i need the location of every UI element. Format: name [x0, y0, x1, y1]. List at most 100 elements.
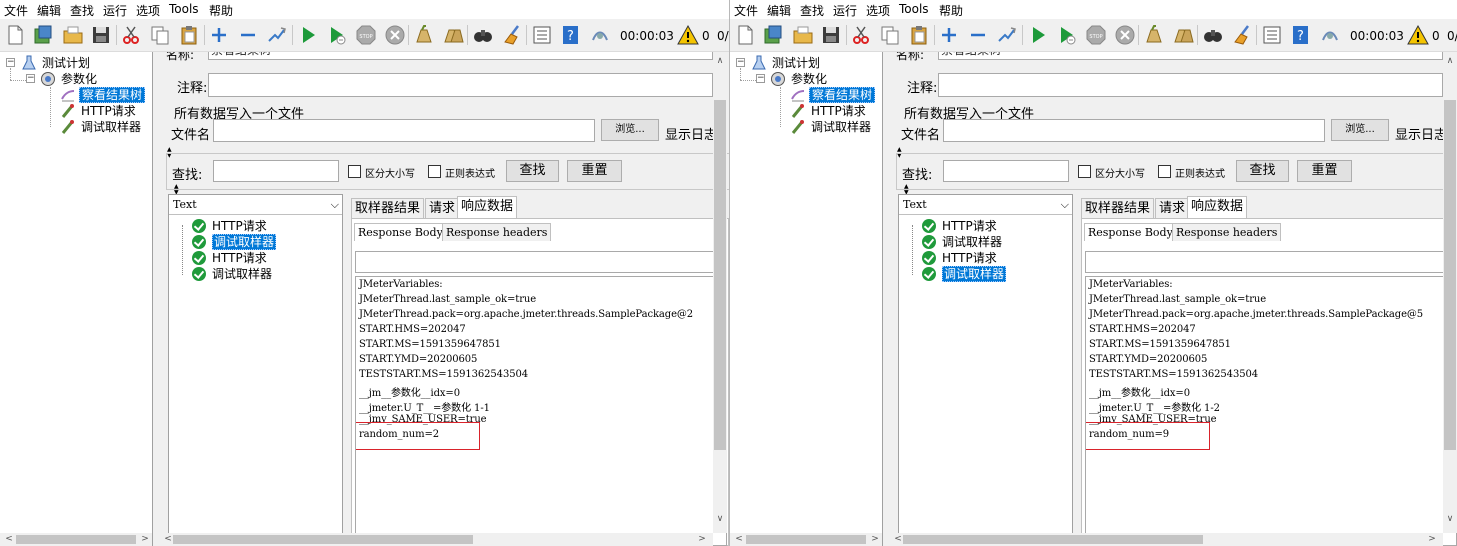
response-body-text[interactable]: JMeterVariables: JMeterThread.last_sampl… — [1085, 276, 1457, 546]
tab-request[interactable]: 请求 — [1155, 198, 1190, 218]
tree-node-debug-sampler[interactable]: 调试取样器 — [790, 119, 873, 135]
search-icon[interactable] — [1202, 24, 1224, 46]
tree-node-view-results[interactable]: 察看结果树 — [790, 87, 876, 103]
templates-icon[interactable] — [32, 24, 54, 46]
search-input[interactable] — [213, 160, 339, 182]
cut-icon[interactable] — [850, 24, 872, 46]
start-icon[interactable] — [297, 24, 319, 46]
reset-search-icon[interactable] — [1231, 24, 1253, 46]
start-no-pauses-icon[interactable] — [1056, 24, 1078, 46]
tab-request[interactable]: 请求 — [425, 198, 460, 218]
remote-icon[interactable] — [1319, 24, 1341, 46]
clear-icon[interactable] — [1143, 24, 1165, 46]
expand-all-icon[interactable] — [938, 24, 960, 46]
clear-all-icon[interactable] — [1172, 24, 1194, 46]
search-icon[interactable] — [472, 24, 494, 46]
paste-icon[interactable] — [178, 24, 200, 46]
collapse-toggle[interactable]: − — [26, 74, 35, 83]
new-icon[interactable] — [734, 24, 756, 46]
tree-node-test-plan[interactable]: 测试计划 — [21, 55, 92, 71]
collapse-all-icon[interactable] — [967, 24, 989, 46]
menu-run[interactable]: 运行 — [833, 2, 857, 19]
warning-icon[interactable] — [677, 24, 699, 46]
tree-node-thread-group[interactable]: 参数化 — [770, 71, 829, 87]
tree-node-debug-sampler[interactable]: 调试取样器 — [60, 119, 143, 135]
result-item[interactable]: 调试取样器 — [192, 234, 277, 250]
result-item[interactable]: 调试取样器 — [192, 266, 272, 282]
tab-response-headers[interactable]: Response headers — [442, 223, 552, 241]
result-item[interactable]: HTTP请求 — [922, 250, 997, 266]
clear-all-icon[interactable] — [442, 24, 464, 46]
tree-node-thread-group[interactable]: 参数化 — [40, 71, 99, 87]
comment-field[interactable] — [938, 73, 1443, 97]
function-helper-icon[interactable] — [531, 24, 553, 46]
help-icon[interactable]: ? — [1290, 24, 1312, 46]
case-sensitive-checkbox[interactable] — [1078, 165, 1091, 178]
menu-options[interactable]: 选项 — [136, 2, 160, 19]
find-button[interactable]: 查找 — [506, 160, 559, 182]
filename-field[interactable] — [943, 119, 1325, 142]
main-vertical-scrollbar[interactable]: ∧ ∨ — [713, 52, 727, 533]
save-icon[interactable] — [90, 24, 112, 46]
paste-icon[interactable] — [908, 24, 930, 46]
response-search-input[interactable] — [1085, 251, 1457, 273]
tree-node-http-request[interactable]: HTTP请求 — [60, 103, 138, 119]
browse-button[interactable]: 浏览... — [601, 119, 659, 141]
tab-response-data[interactable]: 响应数据 — [457, 196, 518, 218]
regex-checkbox[interactable] — [1158, 165, 1171, 178]
reset-search-icon[interactable] — [501, 24, 523, 46]
regex-checkbox[interactable] — [428, 165, 441, 178]
main-vertical-scrollbar[interactable]: ∧ ∨ — [1443, 52, 1457, 533]
case-sensitive-checkbox[interactable] — [348, 165, 361, 178]
collapse-toggle[interactable]: − — [736, 58, 745, 67]
collapse-toggle[interactable]: − — [6, 58, 15, 67]
tree-node-test-plan[interactable]: 测试计划 — [751, 55, 822, 71]
copy-icon[interactable] — [149, 24, 171, 46]
tab-response-body[interactable]: Response Body — [354, 223, 447, 241]
result-item[interactable]: HTTP请求 — [192, 218, 267, 234]
browse-button[interactable]: 浏览... — [1331, 119, 1389, 141]
help-icon[interactable]: ? — [560, 24, 582, 46]
renderer-select[interactable]: Text ⌵ — [899, 195, 1072, 215]
cut-icon[interactable] — [120, 24, 142, 46]
shutdown-icon[interactable] — [384, 24, 406, 46]
menu-options[interactable]: 选项 — [866, 2, 890, 19]
renderer-select[interactable]: Text ⌵ — [169, 195, 342, 215]
toggle-icon[interactable] — [266, 24, 288, 46]
tab-sampler-result[interactable]: 取样器结果 — [1081, 198, 1155, 218]
find-button[interactable]: 查找 — [1236, 160, 1289, 182]
response-search-input[interactable] — [355, 251, 727, 273]
start-no-pauses-icon[interactable] — [326, 24, 348, 46]
tab-response-body[interactable]: Response Body — [1084, 223, 1177, 241]
search-input[interactable] — [943, 160, 1069, 182]
menu-file[interactable]: 文件 — [734, 2, 758, 19]
start-icon[interactable] — [1027, 24, 1049, 46]
new-icon[interactable] — [4, 24, 26, 46]
main-horizontal-scrollbar[interactable]: < > — [887, 533, 1443, 546]
stop-icon[interactable]: STOP — [1085, 24, 1107, 46]
menu-search[interactable]: 查找 — [70, 2, 94, 19]
result-item[interactable]: HTTP请求 — [922, 218, 997, 234]
menu-file[interactable]: 文件 — [4, 2, 28, 19]
menu-help[interactable]: 帮助 — [939, 2, 963, 19]
open-icon[interactable] — [62, 24, 84, 46]
menu-edit[interactable]: 编辑 — [37, 2, 61, 19]
tab-sampler-result[interactable]: 取样器结果 — [351, 198, 425, 218]
tree-horizontal-scrollbar[interactable]: < > — [0, 533, 152, 546]
response-body-text[interactable]: JMeterVariables: JMeterThread.last_sampl… — [355, 276, 727, 546]
templates-icon[interactable] — [762, 24, 784, 46]
menu-search[interactable]: 查找 — [800, 2, 824, 19]
collapse-all-icon[interactable] — [237, 24, 259, 46]
result-item[interactable]: 调试取样器 — [922, 234, 1002, 250]
tree-horizontal-scrollbar[interactable]: < > — [730, 533, 882, 546]
filename-field[interactable] — [213, 119, 595, 142]
name-field[interactable]: 察看结果树 — [938, 52, 1443, 60]
reset-button[interactable]: 重置 — [1297, 160, 1352, 182]
expand-all-icon[interactable] — [208, 24, 230, 46]
comment-field[interactable] — [208, 73, 713, 97]
result-item[interactable]: HTTP请求 — [192, 250, 267, 266]
clear-icon[interactable] — [413, 24, 435, 46]
menu-tools[interactable]: Tools — [899, 2, 929, 16]
result-item[interactable]: 调试取样器 — [922, 266, 1007, 282]
main-horizontal-scrollbar[interactable]: < > — [157, 533, 713, 546]
